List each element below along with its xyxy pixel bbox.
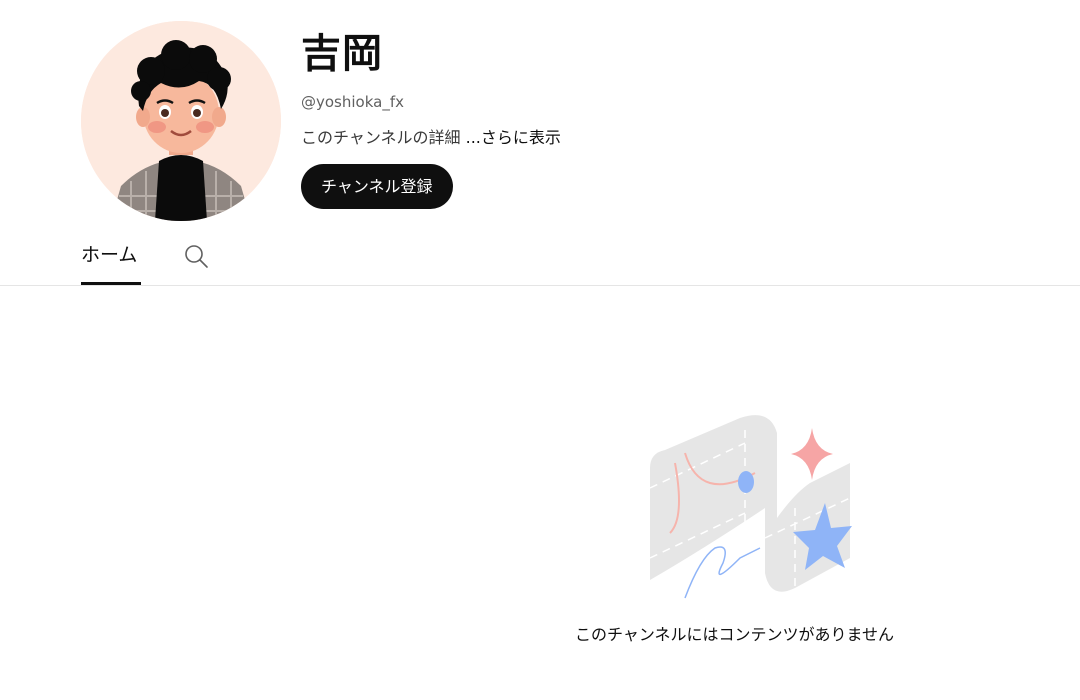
- search-icon[interactable]: [183, 243, 209, 269]
- channel-description[interactable]: このチャンネルの詳細 ...さらに表示: [301, 127, 561, 149]
- channel-tabs: ホーム: [0, 230, 1080, 286]
- avatar-illustration: [81, 21, 281, 221]
- channel-avatar[interactable]: [81, 21, 281, 221]
- show-more-link[interactable]: ...さらに表示: [466, 128, 561, 147]
- empty-state-illustration: [645, 408, 855, 600]
- channel-handle: @yoshioka_fx: [301, 93, 404, 111]
- tab-active-indicator: [81, 282, 141, 285]
- channel-name: 吉岡: [301, 31, 383, 77]
- channel-page: 吉岡 @yoshioka_fx このチャンネルの詳細 ...さらに表示 チャンネ…: [0, 0, 1080, 700]
- empty-state-message: このチャンネルにはコンテンツがありません: [575, 625, 895, 644]
- channel-description-text: このチャンネルの詳細: [301, 128, 461, 147]
- tab-home[interactable]: ホーム: [81, 242, 137, 268]
- subscribe-button[interactable]: チャンネル登録: [301, 164, 453, 209]
